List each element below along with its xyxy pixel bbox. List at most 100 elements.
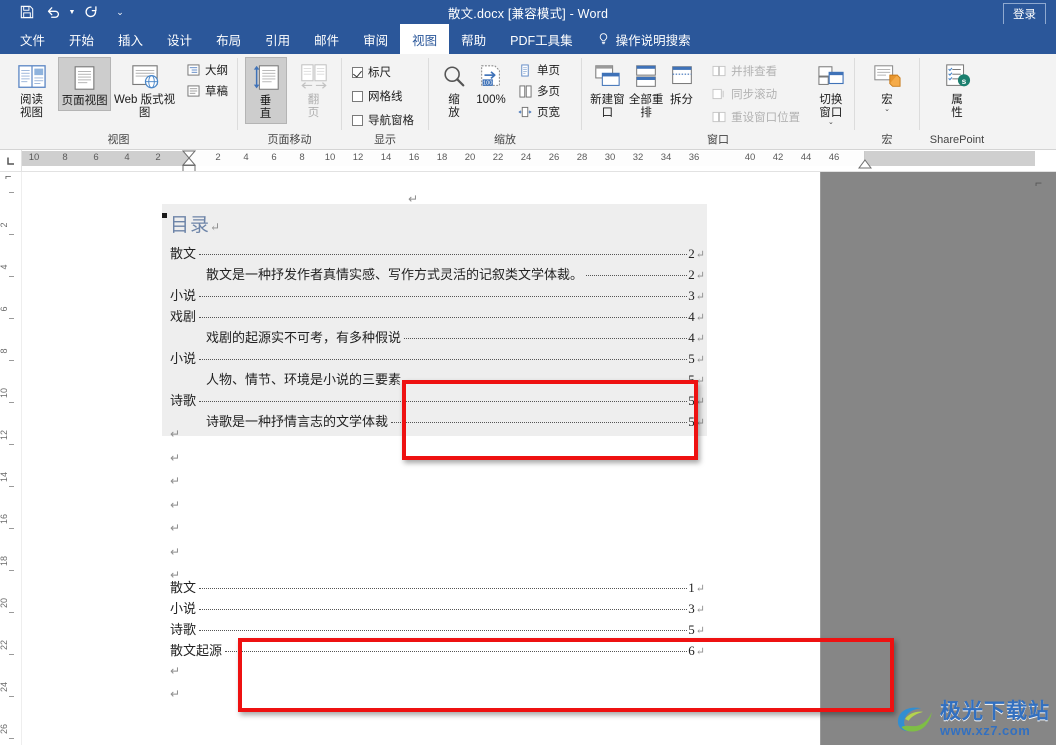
site-watermark: 极光下载站 www.xz7.com	[892, 701, 1050, 737]
left-indent-marker[interactable]	[182, 165, 196, 171]
chevron-down-icon[interactable]: ⌄	[828, 119, 834, 126]
read-mode-button[interactable]: 阅读 视图	[5, 57, 58, 122]
vertical-ruler[interactable]: ⌐ 2 4 6 8 10 12 14 16 18 20 22 24 26	[0, 171, 22, 745]
redo-icon[interactable]	[78, 2, 104, 22]
properties-button[interactable]: s 属 性	[935, 57, 979, 122]
toc-entry[interactable]: 小说 5 ↵	[162, 348, 707, 369]
split-button[interactable]: 拆分	[666, 57, 698, 109]
tab-help[interactable]: 帮助	[449, 24, 498, 54]
outline-button[interactable]: 大纲	[184, 61, 232, 79]
toc-page-number: 5	[688, 351, 695, 366]
horizontal-ruler[interactable]: 10 8 6 4 2 2 4 6 8 10 12 14 16 18 20 22 …	[0, 150, 1056, 172]
navigation-pane-checkbox[interactable]	[352, 114, 363, 126]
toc-upper-highlight	[402, 380, 698, 460]
ruler-right-margin-band	[865, 151, 1035, 166]
empty-paragraphs-block: ↵ ↵ ↵ ↵ ↵ ↵ ↵	[170, 427, 180, 592]
navigation-pane-checkbox-row[interactable]: 导航窗格	[350, 111, 418, 129]
one-page-button[interactable]: 单页	[516, 61, 564, 79]
ruler-tick	[9, 612, 14, 613]
switch-windows-button[interactable]: 切换窗口 ⌄	[813, 57, 849, 128]
tab-review[interactable]: 审阅	[351, 24, 400, 54]
toc-entry[interactable]: 散文 2 ↵	[162, 243, 707, 264]
vruler-number: 18	[0, 555, 9, 567]
draft-button[interactable]: 草稿	[184, 82, 232, 100]
toc-entry[interactable]: 散文是一种抒发作者真情实感、写作方式灵活的记叙类文学体裁。 2 ↵	[162, 264, 707, 285]
new-window-button[interactable]: 新建窗口	[588, 57, 627, 122]
gridlines-checkbox-row[interactable]: 网格线	[350, 87, 418, 105]
right-indent-marker[interactable]	[858, 159, 872, 169]
ruler-tick	[9, 528, 14, 529]
undo-icon[interactable]	[40, 2, 66, 22]
toc-entry-text: 人物、情节、环境是小说的三要素	[206, 372, 402, 387]
ruler-checkbox[interactable]	[352, 66, 363, 78]
vertical-scroll-button[interactable]: 垂 直	[244, 57, 287, 124]
vruler-number: 6	[0, 306, 9, 312]
ribbon-group-zoom: 缩 放 100 100% 单页 多页 页宽 缩放	[429, 54, 581, 149]
new-window-label: 新建窗口	[590, 94, 625, 119]
toc-entry[interactable]: 诗歌 5 ↵	[162, 619, 707, 640]
ribbon-tab-strip: 文件 开始 插入 设计 布局 引用 邮件 审阅 视图 帮助 PDF工具集 操作说…	[0, 24, 1056, 54]
toc-heading: 目录↵	[162, 210, 707, 243]
zoom-100-button[interactable]: 100 100%	[471, 57, 511, 109]
view-side-by-side-button[interactable]: 并排查看	[710, 62, 804, 80]
toc-entry[interactable]: 小说 3 ↵	[162, 285, 707, 306]
zoom-button[interactable]: 缩 放	[437, 57, 471, 122]
toc-leader-dots	[199, 254, 688, 255]
paragraph-mark: ↵	[695, 249, 705, 261]
toc-entry[interactable]: 小说 3 ↵	[162, 598, 707, 619]
page-width-button[interactable]: 页宽	[516, 103, 564, 121]
tab-design[interactable]: 设计	[155, 24, 204, 54]
paragraph-mark: ↵	[695, 604, 705, 616]
new-window-icon	[592, 60, 622, 94]
gridlines-checkbox[interactable]	[352, 90, 363, 102]
window-small-commands: 并排查看 同步滚动 重设窗口位置	[710, 57, 804, 126]
ruler-tick	[9, 738, 14, 739]
ruler-tick	[9, 696, 14, 697]
web-layout-button[interactable]: Web 版式视图	[111, 57, 178, 122]
customize-qat-icon[interactable]: ⌄	[114, 2, 126, 22]
print-layout-button[interactable]: 页面视图	[58, 57, 112, 111]
synchronous-scrolling-button[interactable]: 同步滚动	[710, 85, 804, 103]
ruler-track[interactable]: 10 8 6 4 2 2 4 6 8 10 12 14 16 18 20 22 …	[22, 150, 1056, 171]
tab-home[interactable]: 开始	[57, 24, 106, 54]
multiple-pages-button[interactable]: 多页	[516, 82, 564, 100]
save-icon[interactable]	[14, 2, 40, 22]
tab-mailings[interactable]: 邮件	[302, 24, 351, 54]
toc-entry[interactable]: 散文 1 ↵	[162, 577, 707, 598]
side-to-side-button[interactable]: 翻 页	[293, 57, 335, 122]
macros-button[interactable]: 宏 ⌄	[864, 57, 910, 115]
undo-dropdown-caret-icon[interactable]: ▼	[66, 2, 78, 22]
document-page[interactable]: ↵ 目录↵ 散文 2 ↵ 散文是一种抒发作者真情实感、写作方式灵活的记叙类文学体…	[22, 172, 894, 745]
toc-entry[interactable]: 戏剧 4 ↵	[162, 306, 707, 327]
view-side-by-side-icon	[712, 65, 726, 78]
tell-me-label: 操作说明搜索	[615, 33, 691, 48]
paragraph-mark: ↵	[170, 427, 181, 441]
ruler-checkbox-row[interactable]: 标尺	[350, 63, 418, 81]
tell-me-search[interactable]: 操作说明搜索	[585, 24, 703, 54]
tab-view[interactable]: 视图	[400, 24, 450, 54]
ruler-number: 10	[28, 152, 40, 163]
paragraph-bullet-marker	[162, 213, 167, 218]
toc-entry-text: 诗歌是一种抒情言志的文学体裁	[206, 414, 389, 429]
zoom-100-icon: 100	[477, 60, 505, 94]
trailing-empty-paragraphs: ↵ ↵	[170, 664, 180, 710]
tab-layout[interactable]: 布局	[204, 24, 253, 54]
sign-in-button[interactable]: 登录	[1003, 3, 1046, 26]
arrange-all-button[interactable]: 全部重排	[627, 57, 666, 122]
tab-insert[interactable]: 插入	[106, 24, 155, 54]
tab-references[interactable]: 引用	[253, 24, 302, 54]
zoom-label-2: 放	[448, 107, 460, 119]
ruler-number: 30	[604, 152, 616, 163]
tab-file[interactable]: 文件	[8, 24, 57, 54]
tab-stop-selector[interactable]	[0, 150, 22, 171]
tab-pdf-toolkit[interactable]: PDF工具集	[498, 24, 585, 54]
toc-entry[interactable]: 戏剧的起源实不可考，有多种假说 4 ↵	[162, 327, 707, 348]
reset-window-position-button[interactable]: 重设窗口位置	[710, 108, 804, 126]
document-canvas[interactable]: ↵ 目录↵ 散文 2 ↵ 散文是一种抒发作者真情实感、写作方式灵活的记叙类文学体…	[22, 172, 1056, 745]
arrange-all-icon	[632, 60, 660, 94]
toc-entry-text: 小说	[170, 288, 197, 303]
ruler-tick	[9, 192, 14, 193]
work-area: ⌐ 2 4 6 8 10 12 14 16 18 20 22 24 26 ↵ 目…	[0, 171, 1056, 745]
chevron-down-icon[interactable]: ⌄	[884, 106, 890, 113]
one-page-icon	[518, 64, 532, 77]
